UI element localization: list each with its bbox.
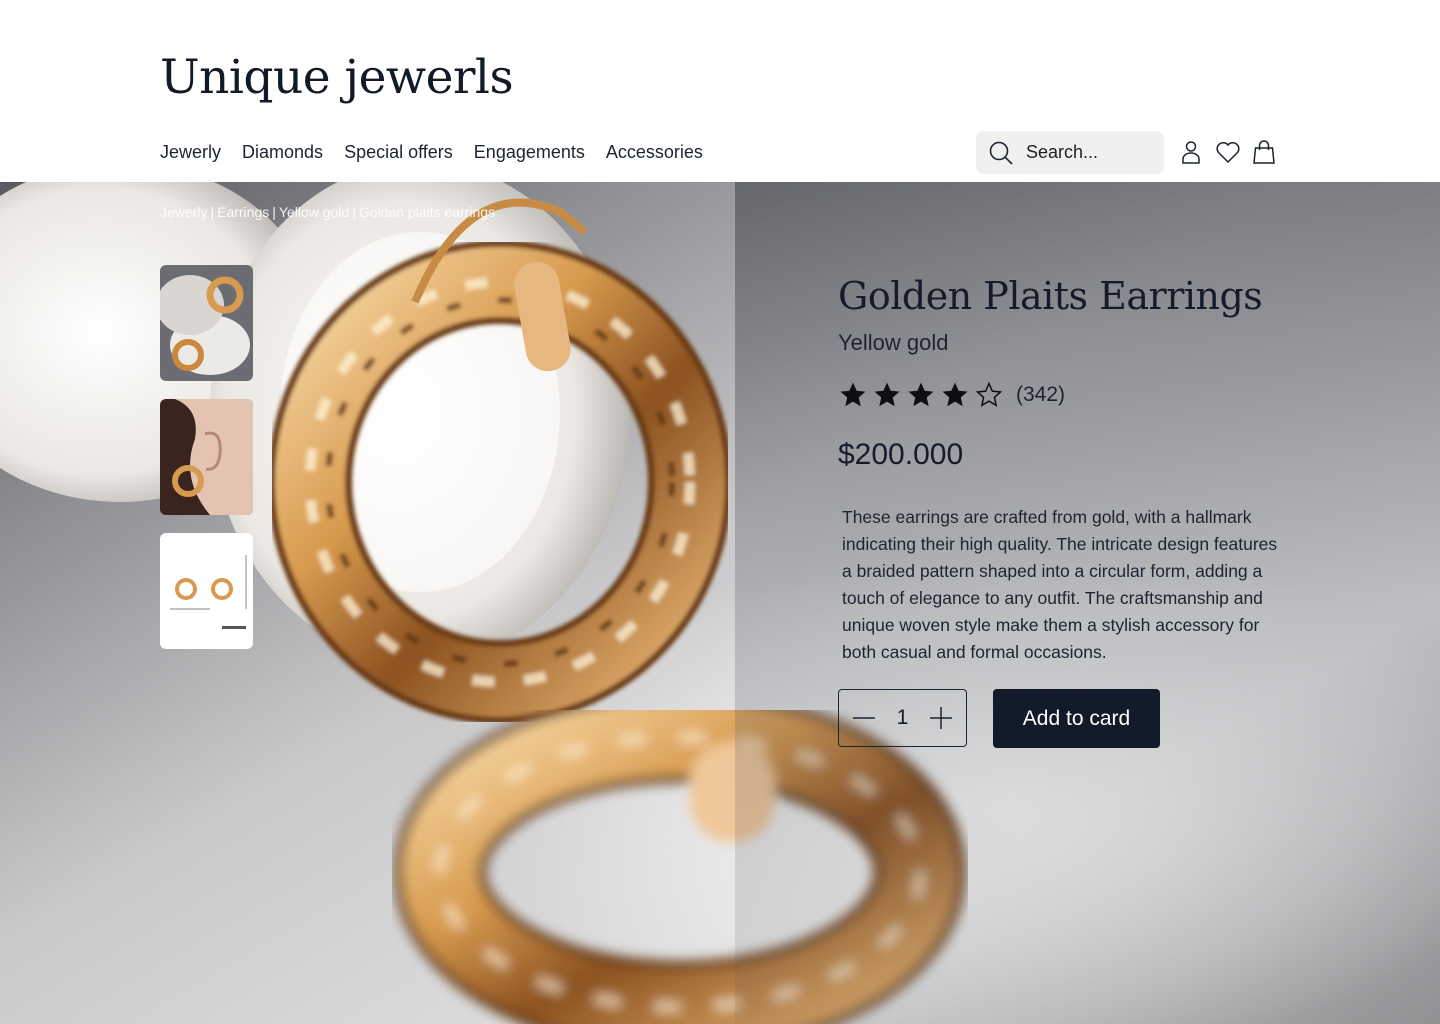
site-header: Unique jewerls Jewerly Diamonds Special … bbox=[0, 0, 1440, 182]
breadcrumb-item-yellow-gold[interactable]: Yellow gold bbox=[279, 204, 349, 220]
nav-item-special-offers[interactable]: Special offers bbox=[344, 139, 453, 165]
quantity-input[interactable] bbox=[885, 705, 920, 731]
add-to-cart-button[interactable]: Add to card bbox=[993, 689, 1160, 748]
product-variant: Yellow gold bbox=[838, 330, 949, 355]
star-empty-icon bbox=[974, 380, 1004, 410]
breadcrumb-item-jewerly[interactable]: Jewerly bbox=[160, 204, 207, 220]
shopping-bag-icon[interactable] bbox=[1251, 139, 1277, 165]
star-filled-icon bbox=[940, 380, 970, 410]
main-nav: Jewerly Diamonds Special offers Engageme… bbox=[160, 139, 703, 165]
nav-item-diamonds[interactable]: Diamonds bbox=[242, 139, 323, 165]
user-icon[interactable] bbox=[1178, 139, 1204, 165]
product-rating[interactable]: (342) bbox=[838, 380, 1065, 410]
star-filled-icon bbox=[872, 380, 902, 410]
product-price: $200.000 bbox=[838, 438, 964, 471]
product-title: Golden Plaits Earrings bbox=[838, 274, 1263, 318]
nav-item-engagements[interactable]: Engagements bbox=[474, 139, 585, 165]
breadcrumb-item-earrings[interactable]: Earrings bbox=[217, 204, 269, 220]
heart-icon[interactable] bbox=[1215, 139, 1241, 165]
minus-icon[interactable] bbox=[851, 705, 877, 731]
search-box[interactable] bbox=[976, 131, 1164, 174]
search-input[interactable] bbox=[1024, 141, 1158, 164]
breadcrumb-item-golden-plaits-earrings[interactable]: Golden plaits earrings bbox=[359, 204, 495, 220]
search-icon[interactable] bbox=[988, 140, 1014, 166]
brand-logo[interactable]: Unique jewerls bbox=[160, 50, 514, 106]
star-filled-icon bbox=[838, 380, 868, 410]
star-filled-icon bbox=[906, 380, 936, 410]
nav-item-jewerly[interactable]: Jewerly bbox=[160, 139, 221, 165]
breadcrumb-separator: | bbox=[272, 204, 276, 220]
review-count[interactable]: (342) bbox=[1016, 383, 1065, 407]
breadcrumb-separator: | bbox=[352, 204, 356, 220]
thumbnail-earrings-on-stone[interactable] bbox=[160, 265, 253, 381]
thumbnail-earrings-dimensions[interactable] bbox=[160, 533, 253, 649]
plus-icon[interactable] bbox=[928, 705, 954, 731]
nav-item-accessories[interactable]: Accessories bbox=[606, 139, 703, 165]
breadcrumb: Jewerly | Earrings | Yellow gold | Golden plai… bbox=[160, 204, 495, 220]
product-description: These earrings are crafted from gold, wi… bbox=[842, 507, 1278, 662]
thumbnail-earring-worn[interactable] bbox=[160, 399, 253, 515]
breadcrumb-separator: | bbox=[210, 204, 215, 220]
product-hero: Jewerly | Earrings | Yellow gold | Golden plai… bbox=[0, 182, 1440, 1024]
quantity-stepper bbox=[838, 689, 967, 747]
